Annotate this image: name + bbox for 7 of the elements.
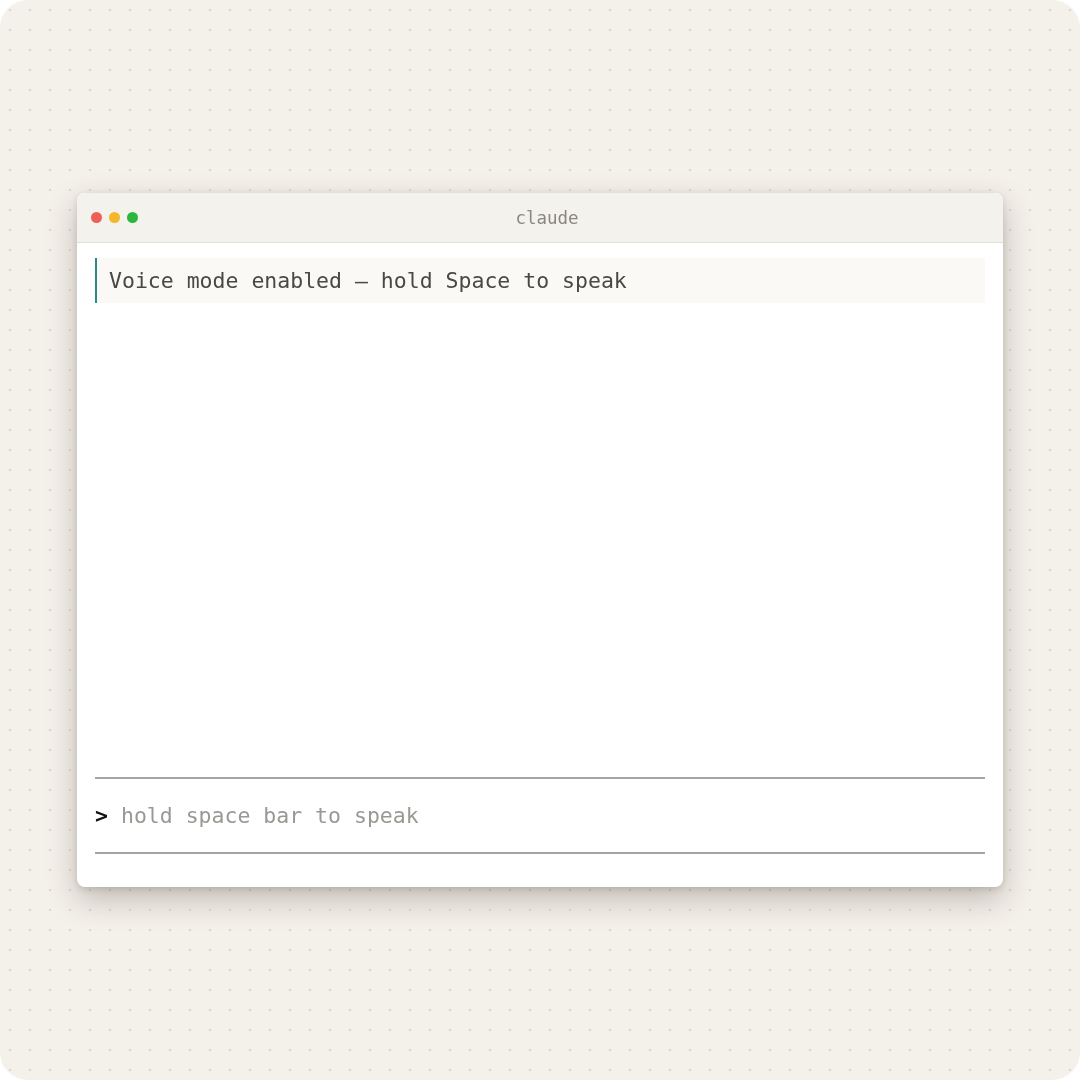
maximize-icon[interactable] [127, 212, 138, 223]
close-icon[interactable] [91, 212, 102, 223]
minimize-icon[interactable] [109, 212, 120, 223]
notice-message: Voice mode enabled — hold Space to speak [95, 258, 985, 303]
window-title: claude [515, 207, 579, 228]
input-field[interactable]: hold space bar to speak [120, 803, 985, 828]
prompt-symbol: > [95, 803, 108, 828]
